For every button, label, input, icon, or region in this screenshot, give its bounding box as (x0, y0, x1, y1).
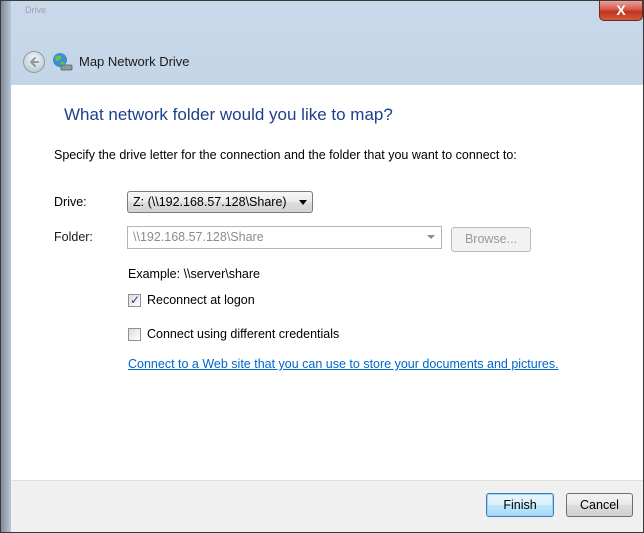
checkmark-icon: ✓ (130, 293, 141, 307)
finish-button[interactable]: Finish (486, 493, 554, 517)
window-frame-edge (1, 1, 11, 532)
wizard-content: What network folder would you like to ma… (11, 85, 643, 480)
folder-input-value: \\192.168.57.128\Share (133, 230, 264, 244)
drive-select[interactable]: Z: (\\192.168.57.128\Share) (127, 191, 313, 213)
wizard-footer: Finish Cancel (11, 480, 643, 532)
folder-label: Folder: (54, 230, 93, 244)
chevron-down-icon (299, 200, 307, 205)
window-title: Map Network Drive (79, 54, 190, 69)
back-arrow-icon (30, 57, 39, 67)
folder-input[interactable]: \\192.168.57.128\Share (127, 226, 442, 249)
title-bar: Drive X (1, 1, 643, 41)
browse-button[interactable]: Browse... (451, 227, 531, 252)
faded-window-title: Drive (25, 5, 47, 15)
drive-select-value: Z: (\\192.168.57.128\Share) (133, 195, 287, 209)
close-button[interactable]: X (599, 1, 643, 21)
reconnect-label: Reconnect at logon (147, 293, 255, 307)
drive-label: Drive: (54, 195, 87, 209)
wizard-nav-bar: Map Network Drive (11, 41, 643, 85)
page-heading: What network folder would you like to ma… (64, 105, 393, 124)
map-network-drive-window: Drive X Map Network Drive What network f… (0, 0, 644, 533)
network-drive-icon (53, 53, 73, 71)
close-icon: X (616, 2, 626, 18)
credentials-label: Connect using different credentials (147, 327, 340, 341)
reconnect-checkbox[interactable]: ✓ (128, 293, 141, 307)
chevron-down-icon (427, 235, 435, 239)
back-button[interactable] (23, 51, 45, 73)
credentials-checkbox[interactable] (128, 328, 141, 341)
example-text: Example: \\server\share (128, 267, 260, 281)
cancel-button[interactable]: Cancel (566, 493, 633, 517)
web-site-link[interactable]: Connect to a Web site that you can use t… (128, 357, 559, 371)
instruction-text: Specify the drive letter for the connect… (54, 148, 517, 162)
